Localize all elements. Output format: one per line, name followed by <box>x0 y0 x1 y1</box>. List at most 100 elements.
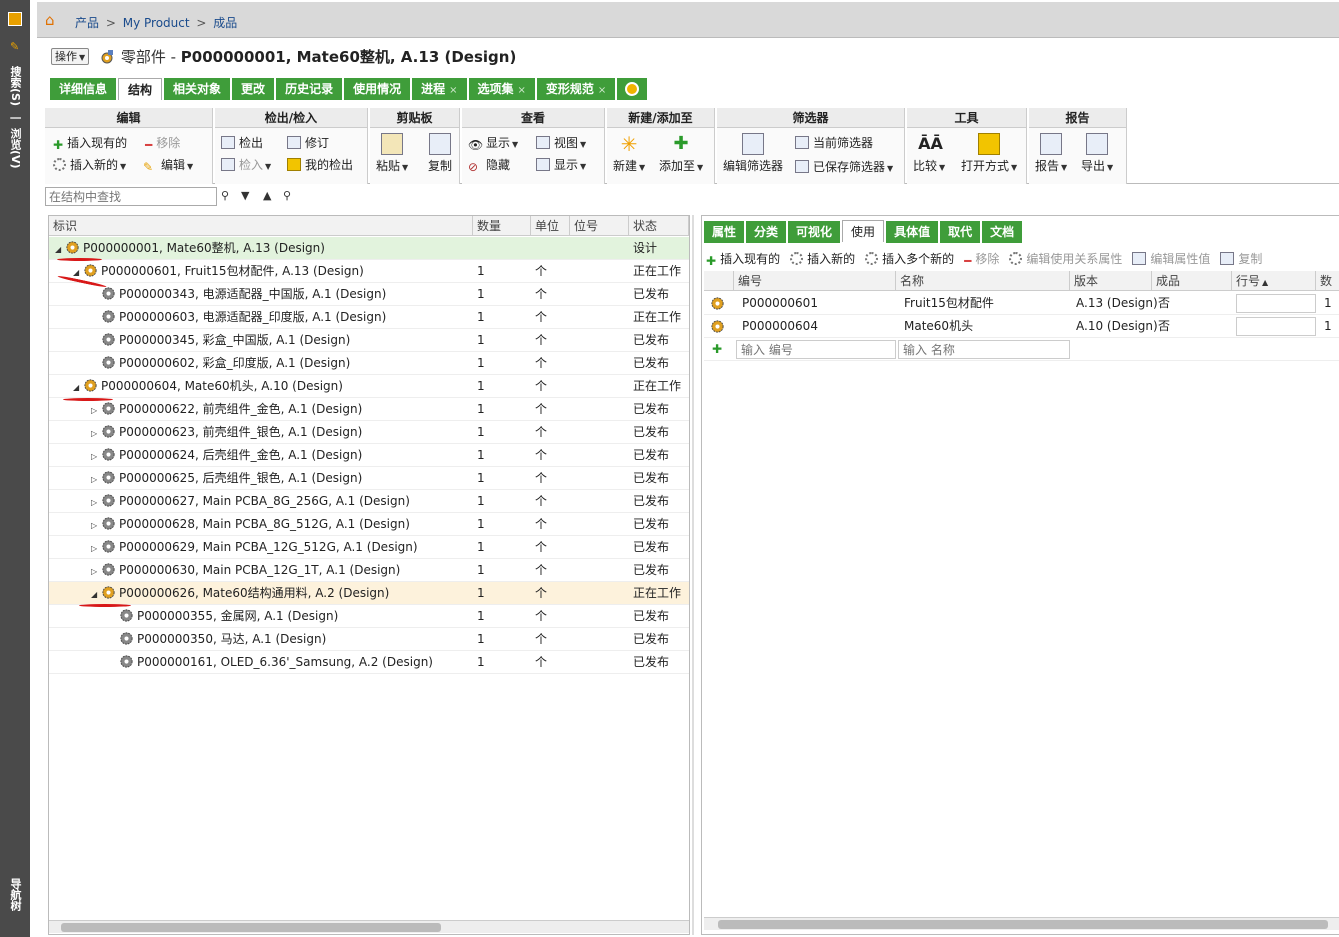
sidebar-navtree-tab[interactable]: 导航树 <box>7 878 23 911</box>
tab-classification[interactable]: 分类 <box>746 221 787 243</box>
chevron-up-icon[interactable]: ▲ <box>263 189 271 202</box>
tree-node[interactable]: ▷ P000000628, Main PCBA_8G_512G, A.1 (Des… <box>91 513 410 537</box>
table-row[interactable]: ◢ P000000604, Mate60机头, A.10 (Design) 1 个 正在… <box>49 375 689 398</box>
insert-existing-button[interactable]: ✚ 插入现有的 <box>53 134 127 152</box>
tree-node[interactable]: P000000602, 彩盒_印度版, A.1 (Design) <box>91 352 350 374</box>
quantity-cell[interactable]: 1 <box>1324 315 1332 337</box>
insert-multiple-new-button[interactable]: 插入多个新的 <box>865 250 954 267</box>
add-to-button[interactable]: ✚ 添加至 ▼ <box>659 133 703 174</box>
tree-node[interactable]: ◢ P000000626, Mate60结构通用料, A.2 (Design) <box>91 582 389 606</box>
tree-node[interactable]: ▷ P000000625, 后壳组件_银色, A.1 (Design) <box>91 467 362 491</box>
home-icon[interactable]: ⌂ <box>45 12 61 28</box>
column-header-reference[interactable]: 位号 <box>570 216 629 236</box>
scrollbar-thumb[interactable] <box>718 920 1328 929</box>
column-header-line-number[interactable]: 行号 ▲ <box>1232 271 1316 291</box>
table-row[interactable]: P000000604 Mate60机头 A.10 (Design) 否 1 <box>704 315 1339 338</box>
tree-node[interactable]: ◢ P000000604, Mate60机头, A.10 (Design) <box>73 375 343 399</box>
checkin-button[interactable]: 检入 ▼ <box>221 156 271 173</box>
export-button[interactable]: 导出 ▼ <box>1081 133 1113 174</box>
table-row[interactable]: P000000345, 彩盒_中国版, A.1 (Design) 1 个 已发布 <box>49 329 689 352</box>
table-row[interactable]: ▷ P000000625, 后壳组件_银色, A.1 (Design) 1 个 已发布 <box>49 467 689 490</box>
line-number-input[interactable] <box>1236 294 1316 313</box>
quantity-cell[interactable]: 1 <box>1324 292 1332 314</box>
remove-usage-button[interactable]: ━ 移除 <box>964 250 999 268</box>
column-header-state[interactable]: 状态 <box>629 216 689 236</box>
show-button[interactable]: 👁 显示 ▼ <box>468 134 518 152</box>
tab-attributes[interactable]: 属性 <box>704 221 745 243</box>
tab-changes[interactable]: 更改 <box>232 78 275 100</box>
expand-toggle-icon[interactable]: ◢ <box>91 584 101 606</box>
tab-structure[interactable]: 结构 <box>118 78 163 100</box>
tab-variant-spec[interactable]: 变形规范 × <box>536 78 616 100</box>
column-header-unit[interactable]: 单位 <box>531 216 570 236</box>
breadcrumb-item-my-product[interactable]: My Product <box>123 16 190 30</box>
tree-node[interactable]: ◢ P000000601, Fruit15包材配件, A.13 (Design) <box>73 260 364 284</box>
table-row[interactable]: P000000343, 电源适配器_中国版, A.1 (Design) 1 个 已发布 <box>49 283 689 306</box>
table-row[interactable]: P000000161, OLED_6.36'_Samsung, A.2 (Des… <box>49 651 689 674</box>
table-row[interactable]: ◢ P000000626, Mate60结构通用料, A.2 (Design) 1 个… <box>49 582 689 605</box>
table-row[interactable]: P000000355, 金属网, A.1 (Design) 1 个 已发布 <box>49 605 689 628</box>
tree-node[interactable]: ▷ P000000624, 后壳组件_金色, A.1 (Design) <box>91 444 362 468</box>
edit-attr-values-button[interactable]: 编辑属性值 <box>1132 250 1210 267</box>
display-button[interactable]: 显示 ▼ <box>536 156 586 173</box>
report-button[interactable]: 报告 ▼ <box>1035 133 1067 174</box>
scrollbar-thumb[interactable] <box>61 923 441 932</box>
tab-where-used[interactable]: 使用情况 <box>344 78 411 100</box>
actions-menu-button[interactable]: 操作 ▼ <box>51 48 90 65</box>
tab-option-sets[interactable]: 选项集 × <box>468 78 535 100</box>
add-row-icon[interactable]: ✚ <box>712 338 722 360</box>
tree-node[interactable]: P000000350, 马达, A.1 (Design) <box>109 628 326 650</box>
table-row[interactable]: P000000602, 彩盒_印度版, A.1 (Design) 1 个 已发布 <box>49 352 689 375</box>
current-filter-button[interactable]: 当前筛选器 <box>795 134 873 151</box>
breadcrumb-item-product[interactable]: 产品 <box>75 16 99 30</box>
expand-toggle-icon[interactable]: ▷ <box>91 515 101 537</box>
table-row[interactable]: P000000603, 电源适配器_印度版, A.1 (Design) 1 个 正在工… <box>49 306 689 329</box>
expand-toggle-icon[interactable]: ▷ <box>91 561 101 583</box>
expand-toggle-icon[interactable]: ▷ <box>91 446 101 468</box>
binoculars-icon[interactable]: ⚲ <box>221 189 229 202</box>
expand-toggle-icon[interactable]: ▷ <box>91 538 101 560</box>
expand-toggle-icon[interactable]: ◢ <box>73 377 83 399</box>
tab-close-icon[interactable]: × <box>598 85 606 96</box>
tab-replacements[interactable]: 取代 <box>940 221 981 243</box>
column-header-version[interactable]: 版本 <box>1070 271 1152 291</box>
table-row[interactable]: ▷ P000000622, 前壳组件_金色, A.1 (Design) 1 个 已发布 <box>49 398 689 421</box>
chevron-down-icon[interactable]: ▼ <box>241 189 249 202</box>
table-row[interactable]: ▷ P000000623, 前壳组件_银色, A.1 (Design) 1 个 已发布 <box>49 421 689 444</box>
table-row[interactable]: ▷ P000000627, Main PCBA_8G_256G, A.1 (Des… <box>49 490 689 513</box>
open-with-button[interactable]: 打开方式 ▼ <box>961 133 1017 174</box>
edit-button[interactable]: ✎ 编辑 ▼ <box>143 156 193 174</box>
insert-existing-usage-button[interactable]: ✚ 插入现有的 <box>706 250 780 268</box>
copy-usage-button[interactable]: 复制 <box>1220 250 1262 267</box>
new-name-input[interactable] <box>898 340 1070 359</box>
column-header-number[interactable]: 编号 <box>734 271 896 291</box>
my-checkouts-button[interactable]: 我的检出 <box>287 156 353 173</box>
column-header-finished[interactable]: 成品 <box>1152 271 1232 291</box>
pin-icon[interactable]: ✎ <box>10 40 19 53</box>
expand-toggle-icon[interactable]: ▷ <box>91 469 101 491</box>
tab-process[interactable]: 进程 × <box>412 78 467 100</box>
view-button[interactable]: 视图 ▼ <box>536 134 586 151</box>
table-row[interactable]: ▷ P000000630, Main PCBA_12G_1T, A.1 (Desi… <box>49 559 689 582</box>
add-tab-button[interactable] <box>617 78 648 100</box>
table-row[interactable]: ▷ P000000629, Main PCBA_12G_512G, A.1 (De… <box>49 536 689 559</box>
column-header-quantity[interactable]: 数量 <box>1316 271 1339 291</box>
tree-node[interactable]: ▷ P000000629, Main PCBA_12G_512G, A.1 (De… <box>91 536 418 560</box>
checkout-button[interactable]: 检出 <box>221 134 263 151</box>
hide-button[interactable]: ⊘ 隐藏 <box>468 156 510 174</box>
tree-node[interactable]: P000000345, 彩盒_中国版, A.1 (Design) <box>91 329 350 351</box>
line-number-input[interactable] <box>1236 317 1316 336</box>
insert-new-usage-button[interactable]: 插入新的 <box>790 250 855 267</box>
number-cell[interactable]: P000000604 <box>742 315 818 337</box>
column-header-identity[interactable]: 标识 <box>49 216 473 236</box>
tree-node[interactable]: ▷ P000000630, Main PCBA_12G_1T, A.1 (Desi… <box>91 559 400 583</box>
insert-new-button[interactable]: 插入新的 ▼ <box>53 156 126 173</box>
tab-close-icon[interactable]: × <box>518 85 526 96</box>
tree-horizontal-scrollbar[interactable] <box>49 920 689 933</box>
expand-toggle-icon[interactable]: ▷ <box>91 423 101 445</box>
tab-close-icon[interactable]: × <box>449 85 457 96</box>
sidebar-search-tab[interactable]: 搜索(S) <box>7 66 23 106</box>
paste-button[interactable]: 粘贴 ▼ <box>376 133 408 174</box>
column-header-name[interactable]: 名称 <box>896 271 1070 291</box>
breadcrumb-item-finished[interactable]: 成品 <box>213 16 237 30</box>
